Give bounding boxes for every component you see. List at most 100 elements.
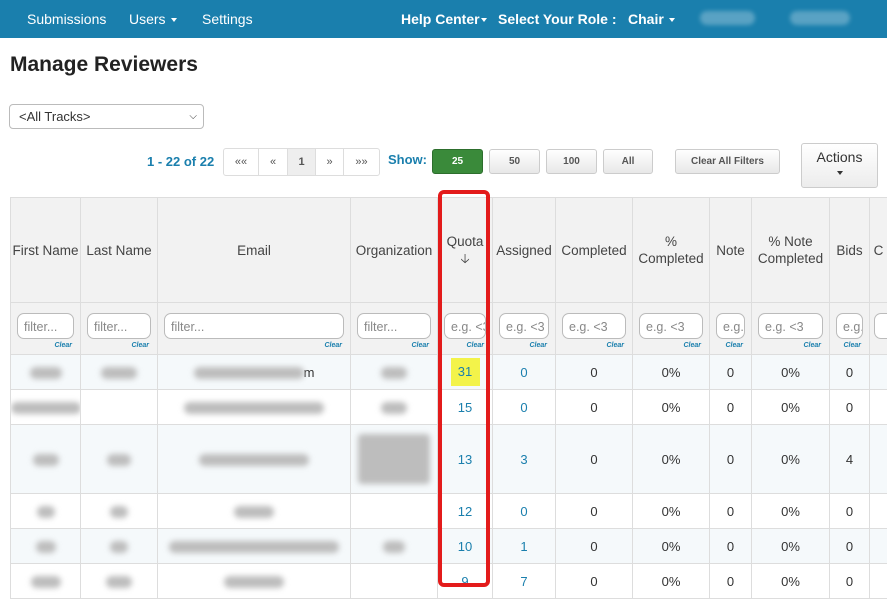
nav-submissions[interactable]: Submissions: [27, 11, 106, 27]
bids-value: 0: [846, 365, 853, 380]
table-row[interactable]: 10100%00%0: [11, 529, 887, 564]
clear-all-filters-button[interactable]: Clear All Filters: [675, 149, 780, 174]
redacted-user-menu[interactable]: [790, 11, 850, 25]
filter-input-first-name[interactable]: filter...: [17, 313, 74, 339]
col-header-pct-note-completed[interactable]: % Note Completed: [752, 198, 830, 303]
last-page-button[interactable]: »»: [344, 149, 379, 175]
first-name-cell: [11, 529, 81, 564]
quota-value[interactable]: 15: [458, 400, 472, 415]
filter-clear-link[interactable]: Clear: [803, 342, 821, 349]
prev-page-button[interactable]: «: [259, 149, 288, 175]
col-header-first-name[interactable]: First Name: [11, 198, 81, 303]
filter-clear-link[interactable]: Clear: [529, 342, 547, 349]
col-header-last-name[interactable]: Last Name: [81, 198, 158, 303]
last-name-cell: [81, 390, 158, 425]
quota-value[interactable]: 9: [461, 574, 468, 589]
nav-help-center[interactable]: Help Center: [401, 11, 487, 27]
filter-clear-link[interactable]: Clear: [466, 342, 484, 349]
filter-input-completed[interactable]: e.g. <3: [562, 313, 626, 339]
col-header-quota[interactable]: Quota🡣: [438, 198, 493, 303]
quota-cell[interactable]: 31: [438, 355, 493, 390]
redacted-text: [224, 576, 284, 588]
quota-cell[interactable]: 12: [438, 494, 493, 529]
pct-completed-cell: 0%: [633, 494, 710, 529]
pct-note-cell: 0%: [752, 355, 830, 390]
col-header-organization[interactable]: Organization: [351, 198, 438, 303]
filter-clear-link[interactable]: Clear: [131, 342, 149, 349]
redacted-text: [107, 454, 131, 466]
show-all-button[interactable]: All: [603, 149, 653, 174]
quota-value[interactable]: 10: [458, 539, 472, 554]
track-select[interactable]: <All Tracks> ⌵: [9, 104, 204, 129]
filter-clear-link[interactable]: Clear: [324, 342, 342, 349]
table-row[interactable]: 15000%00%0: [11, 390, 887, 425]
assigned-value[interactable]: 1: [520, 539, 527, 554]
assigned-value[interactable]: 3: [520, 452, 527, 467]
redacted-text: [199, 454, 309, 466]
table-row[interactable]: 9700%00%0: [11, 564, 887, 599]
next-page-button[interactable]: »: [316, 149, 344, 175]
col-header-completed[interactable]: Completed: [556, 198, 633, 303]
redacted-user-name[interactable]: [700, 11, 755, 25]
show-50-button[interactable]: 50: [489, 149, 540, 174]
bids-cell: 0: [830, 529, 870, 564]
assigned-value[interactable]: 0: [520, 365, 527, 380]
assigned-cell[interactable]: 7: [493, 564, 556, 599]
filter-input-assigned[interactable]: e.g. <3: [499, 313, 549, 339]
filter-input-note[interactable]: e.g. <3: [716, 313, 745, 339]
assigned-cell[interactable]: 0: [493, 390, 556, 425]
filter-input-organization[interactable]: filter...: [357, 313, 431, 339]
pct-completed-value: 0%: [662, 504, 681, 519]
assigned-cell[interactable]: 0: [493, 494, 556, 529]
filter-clear-link[interactable]: Clear: [411, 342, 429, 349]
filter-input-pct-note[interactable]: e.g. <3: [758, 313, 823, 339]
filter-input-bids[interactable]: e.g. <3: [836, 313, 863, 339]
role-selector[interactable]: Chair: [628, 11, 675, 27]
assigned-value[interactable]: 0: [520, 400, 527, 415]
filter-clear-link[interactable]: Clear: [54, 342, 72, 349]
assigned-cell[interactable]: 0: [493, 355, 556, 390]
quota-cell[interactable]: 9: [438, 564, 493, 599]
actions-button[interactable]: Actions: [801, 143, 878, 188]
completed-value: 0: [590, 539, 597, 554]
quota-value[interactable]: 13: [458, 452, 472, 467]
col-header-email[interactable]: Email: [158, 198, 351, 303]
assigned-value[interactable]: 7: [520, 574, 527, 589]
col-header-assigned[interactable]: Assigned: [493, 198, 556, 303]
assigned-cell[interactable]: 3: [493, 425, 556, 494]
filter-clear-link[interactable]: Clear: [683, 342, 701, 349]
redacted-text: [169, 541, 339, 553]
filter-input-last-name[interactable]: filter...: [87, 313, 151, 339]
filter-input-pct-completed[interactable]: e.g. <3: [639, 313, 703, 339]
quota-cell[interactable]: 10: [438, 529, 493, 564]
pct-completed-value: 0%: [662, 365, 681, 380]
col-header-pct-completed[interactable]: % Completed: [633, 198, 710, 303]
assigned-value[interactable]: 0: [520, 504, 527, 519]
c-cell: [870, 529, 887, 564]
col-header-note[interactable]: Note: [710, 198, 752, 303]
first-page-button[interactable]: ««: [224, 149, 259, 175]
filter-clear-link[interactable]: Clear: [843, 342, 861, 349]
assigned-cell[interactable]: 1: [493, 529, 556, 564]
table-row[interactable]: m31000%00%0: [11, 355, 887, 390]
col-header-bids[interactable]: Bids: [830, 198, 870, 303]
chevron-down-icon: [481, 18, 487, 22]
quota-cell[interactable]: 15: [438, 390, 493, 425]
filter-clear-link[interactable]: Clear: [606, 342, 624, 349]
nav-settings[interactable]: Settings: [202, 11, 253, 27]
table-row[interactable]: 13300%00%4: [11, 425, 887, 494]
table-row[interactable]: 12000%00%0: [11, 494, 887, 529]
quota-cell[interactable]: 13: [438, 425, 493, 494]
page-1-button[interactable]: 1: [288, 149, 316, 175]
filter-input-quota[interactable]: e.g. <3: [444, 313, 486, 339]
filter-input-email[interactable]: filter...: [164, 313, 344, 339]
completed-value: 0: [590, 365, 597, 380]
quota-value[interactable]: 12: [458, 504, 472, 519]
filter-input-c[interactable]: [874, 313, 887, 339]
col-header-cut-off[interactable]: C: [870, 198, 887, 303]
filter-clear-link[interactable]: Clear: [725, 342, 743, 349]
show-100-button[interactable]: 100: [546, 149, 597, 174]
quota-value[interactable]: 31: [451, 358, 480, 386]
show-25-button[interactable]: 25: [432, 149, 483, 174]
nav-users[interactable]: Users: [129, 11, 177, 27]
